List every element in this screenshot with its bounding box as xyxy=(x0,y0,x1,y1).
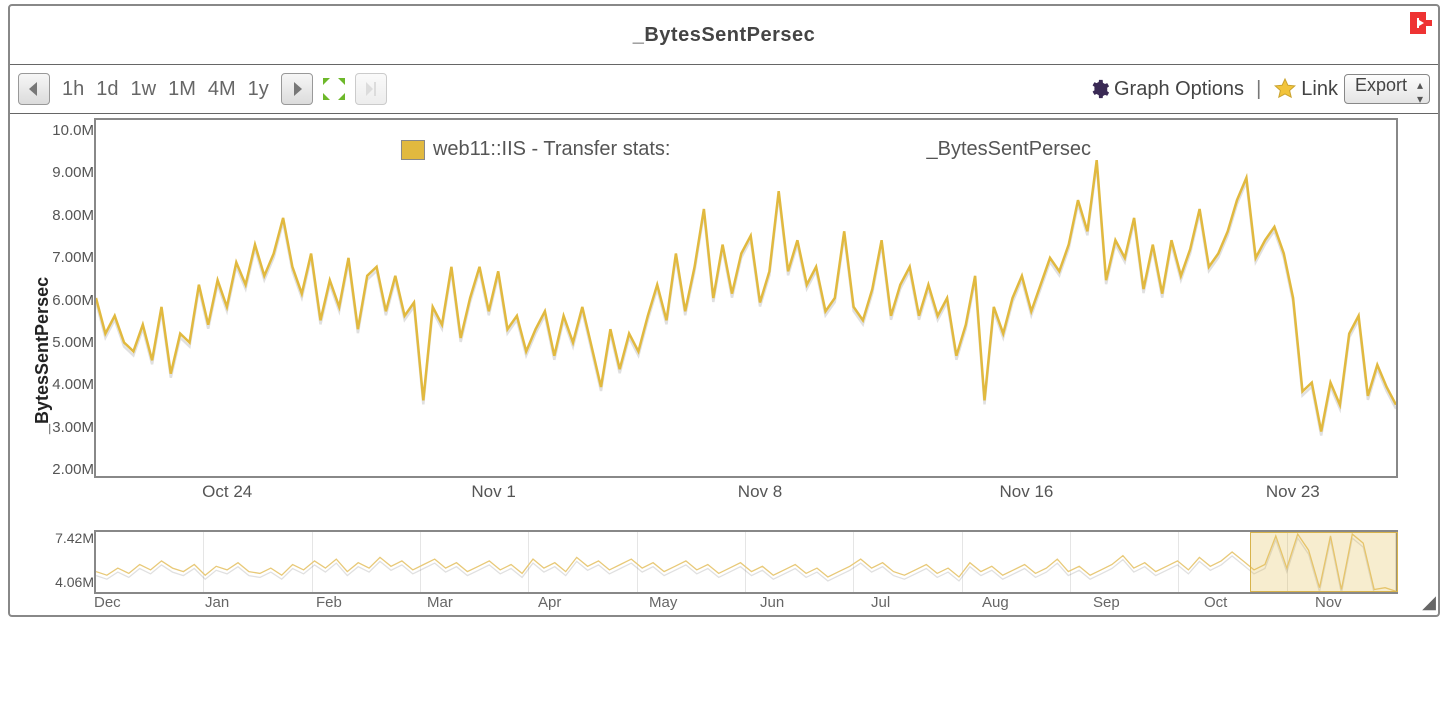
x-tick: Nov 16 xyxy=(893,482,1159,502)
legend-swatch xyxy=(401,140,425,160)
overview-x-tick: Jun xyxy=(760,594,871,611)
y-tick: 10.0M xyxy=(52,122,94,139)
graph-panel: _BytesSentPersec 1h 1d 1w 1M 4M 1y Gr xyxy=(8,4,1440,617)
overview-x-ticks: Dec Jan Feb Mar Apr May Jun Jul Aug Sep … xyxy=(94,594,1426,611)
graph-options-link[interactable]: Graph Options xyxy=(1088,78,1244,101)
range-1y[interactable]: 1y xyxy=(248,78,269,101)
range-1h[interactable]: 1h xyxy=(62,78,84,101)
series-legend[interactable]: web11::IIS - Transfer stats: _BytesSentP… xyxy=(401,138,1091,161)
close-icon xyxy=(1410,12,1432,34)
title-bar: _BytesSentPersec xyxy=(10,6,1438,65)
x-axis-ticks: Oct 24 Nov 1 Nov 8 Nov 16 Nov 23 xyxy=(94,482,1426,502)
range-1d[interactable]: 1d xyxy=(96,78,118,101)
overview-x-tick: Nov xyxy=(1315,594,1426,611)
x-tick: Nov 23 xyxy=(1160,482,1426,502)
overview-y-tick: 7.42M xyxy=(55,530,94,546)
toolbar: 1h 1d 1w 1M 4M 1y Graph Options | Link E… xyxy=(10,65,1438,114)
x-tick: Oct 24 xyxy=(94,482,360,502)
overview-x-tick: Apr xyxy=(538,594,649,611)
export-label: Export xyxy=(1355,75,1407,95)
export-select[interactable]: Export ▴▾ xyxy=(1344,74,1430,104)
overview-x-tick: May xyxy=(649,594,760,611)
close-button[interactable] xyxy=(1410,12,1432,39)
y-tick: 4.00M xyxy=(52,376,94,393)
y-tick: 2.00M xyxy=(52,461,94,478)
x-tick: Nov 1 xyxy=(360,482,626,502)
overview-x-tick: Dec xyxy=(94,594,205,611)
link-button[interactable]: Link xyxy=(1273,77,1338,101)
overview-selection[interactable] xyxy=(1250,532,1398,592)
arrow-left-icon xyxy=(27,82,41,96)
overview-x-tick: Feb xyxy=(316,594,427,611)
overview-x-tick: Jul xyxy=(871,594,982,611)
overview-x-tick: Mar xyxy=(427,594,538,611)
legend-text-suffix: _BytesSentPersec xyxy=(926,138,1091,161)
panel-title: _BytesSentPersec xyxy=(633,24,816,47)
nav-forward-button[interactable] xyxy=(281,73,313,105)
y-tick: 9.00M xyxy=(52,164,94,181)
y-tick: 7.00M xyxy=(52,249,94,266)
range-4M[interactable]: 4M xyxy=(208,78,236,101)
toolbar-separator: | xyxy=(1256,78,1261,101)
gear-icon xyxy=(1088,78,1110,100)
resize-handle[interactable]: ◢ xyxy=(1422,592,1436,613)
overview-x-tick: Oct xyxy=(1204,594,1315,611)
main-plot[interactable]: web11::IIS - Transfer stats: _BytesSentP… xyxy=(94,118,1398,478)
y-tick: 5.00M xyxy=(52,334,94,351)
series-line xyxy=(96,120,1396,476)
star-icon xyxy=(1273,77,1297,101)
y-axis-title: _BytesSentPersec xyxy=(32,277,53,434)
arrow-right-icon xyxy=(290,82,304,96)
range-1M[interactable]: 1M xyxy=(168,78,196,101)
x-tick: Nov 8 xyxy=(627,482,893,502)
graph-options-label: Graph Options xyxy=(1114,78,1244,101)
overview-x-tick: Sep xyxy=(1093,594,1204,611)
y-tick: 8.00M xyxy=(52,207,94,224)
updown-icon: ▴▾ xyxy=(1417,78,1423,106)
chart-area: _BytesSentPersec 10.0M 9.00M 8.00M 7.00M… xyxy=(10,114,1438,615)
time-range-links: 1h 1d 1w 1M 4M 1y xyxy=(62,78,269,101)
expand-icon xyxy=(323,78,345,100)
fullscreen-button[interactable] xyxy=(319,74,349,104)
step-forward-icon xyxy=(364,82,378,96)
y-tick: 6.00M xyxy=(52,292,94,309)
range-1w[interactable]: 1w xyxy=(131,78,157,101)
overview-x-tick: Aug xyxy=(982,594,1093,611)
nav-back-button[interactable] xyxy=(18,73,50,105)
nav-end-button xyxy=(355,73,387,105)
link-label: Link xyxy=(1301,78,1338,101)
y-tick: 3.00M xyxy=(52,419,94,436)
overview-y-tick: 4.06M xyxy=(55,574,94,590)
overview-y-ticks: 7.42M 4.06M xyxy=(22,530,94,590)
overview-plot[interactable] xyxy=(94,530,1398,594)
legend-text-prefix: web11::IIS - Transfer stats: xyxy=(433,138,671,161)
overview-x-tick: Jan xyxy=(205,594,316,611)
